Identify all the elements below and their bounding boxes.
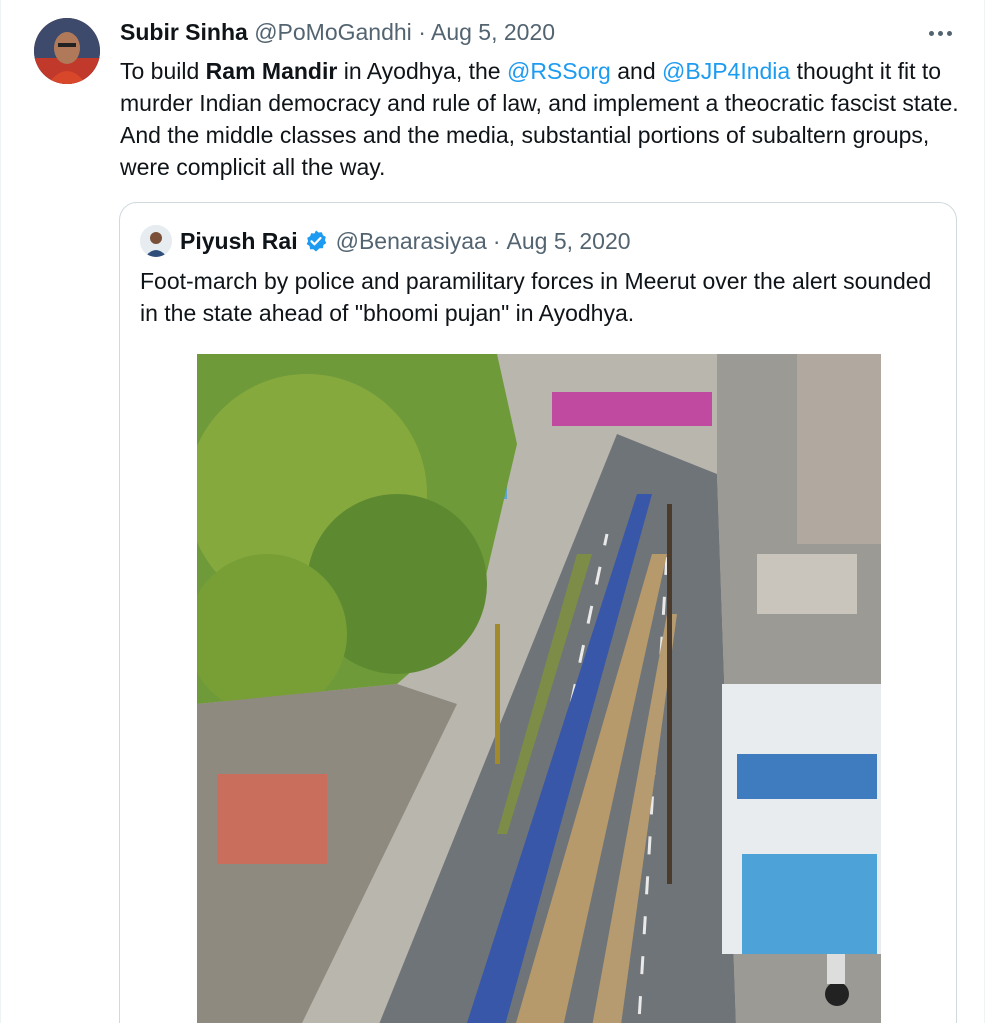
mention-link[interactable]: @RSSorg <box>507 58 611 84</box>
verified-badge-icon <box>304 229 328 253</box>
tweet-text-part: in Ayodhya, the <box>337 58 507 84</box>
author-name[interactable]: Subir Sinha <box>120 19 248 45</box>
quoted-photo[interactable] <box>197 354 881 1023</box>
quoted-author-handle[interactable]: @Benarasiyaa <box>336 225 487 257</box>
quoted-tweet[interactable]: Piyush Rai @Benarasiyaa · Aug 5, 2020 Fo… <box>119 202 957 1023</box>
quoted-date[interactable]: Aug 5, 2020 <box>507 225 631 257</box>
tweet-date[interactable]: Aug 5, 2020 <box>431 19 555 45</box>
tweet-text: To build Ram Mandir in Ayodhya, the @RSS… <box>120 55 970 183</box>
quoted-separator: · <box>492 228 501 254</box>
tweet-header: Subir Sinha @PoMoGandhi · Aug 5, 2020 <box>120 17 555 47</box>
quoted-text: Foot-march by police and paramilitary fo… <box>140 268 932 326</box>
tweet-text-bold: Ram Mandir <box>205 58 338 84</box>
tweet-text-part: and <box>610 58 663 84</box>
more-options-icon[interactable] <box>929 28 957 38</box>
author-avatar[interactable] <box>34 18 100 84</box>
author-handle[interactable]: @PoMoGandhi <box>254 19 412 45</box>
tweet-text-part: To build <box>120 58 206 84</box>
tweet-card[interactable]: Subir Sinha @PoMoGandhi · Aug 5, 2020 To… <box>0 0 985 1023</box>
quoted-author-avatar[interactable] <box>140 225 172 257</box>
mention-link[interactable]: @BJP4India <box>662 58 790 84</box>
quoted-header: Piyush Rai @Benarasiyaa · Aug 5, 2020 <box>180 225 631 257</box>
quoted-author-name[interactable]: Piyush Rai <box>180 225 298 257</box>
header-separator: · <box>418 19 426 45</box>
